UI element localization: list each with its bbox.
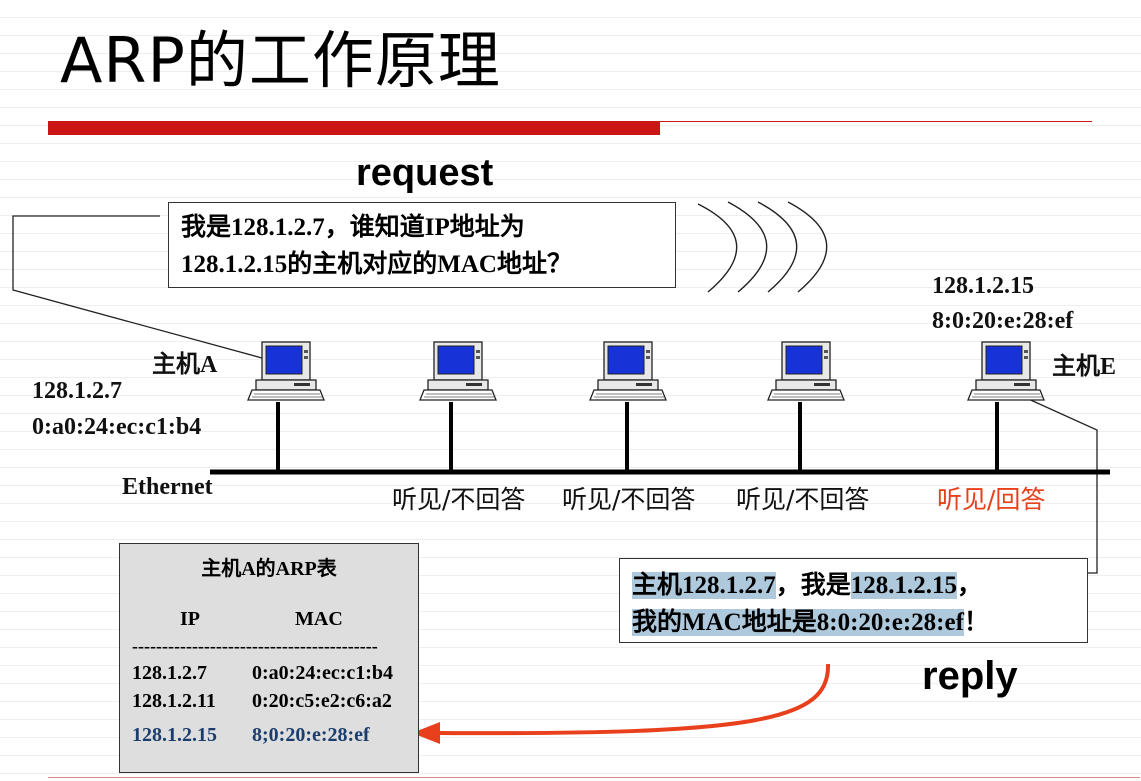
request-message-box: 我是128.1.2.7，谁知道IP地址为 128.1.2.15的主机对应的MAC… [168, 202, 676, 288]
reply-line-1: 主机128.1.2.7，我是128.1.2.15， [632, 572, 983, 599]
broadcast-waves [697, 201, 828, 293]
reply-message-box: 主机128.1.2.7，我是128.1.2.15， 我的MAC地址是8:0:20… [619, 558, 1088, 643]
request-line-2: 128.1.2.15的主机对应的MAC地址？ [181, 251, 572, 278]
ethernet-label: Ethernet [122, 474, 213, 500]
arp-column-mac: MAC [295, 608, 343, 630]
host-a-computer-icon [247, 341, 325, 401]
request-line-1: 我是128.1.2.7，谁知道IP地址为 [181, 214, 525, 241]
host-e-mac: 8:0:20:e:28:ef [932, 308, 1074, 334]
arp-table: 主机A的ARP表 IP MAC ------------------------… [119, 543, 419, 773]
host-e-name: 主机E [1052, 354, 1117, 380]
host-a-mac: 0:a0:24:ec:c1:b4 [32, 414, 202, 440]
host-d-computer-icon [767, 341, 845, 401]
reply-label: reply [922, 654, 1018, 698]
arp-column-ip: IP [180, 608, 200, 630]
arp-separator: ----------------------------------------… [132, 636, 378, 656]
table-row: 128.1.2.11 0:20:c5:e2:c6:a2 [132, 690, 392, 712]
host-e-ip: 128.1.2.15 [932, 273, 1034, 299]
host-b-response: 听见/不回答 [392, 485, 526, 514]
host-d-response: 听见/不回答 [736, 485, 870, 514]
table-row-new-entry: 128.1.2.15 8;0:20:e:28:ef [132, 724, 370, 746]
host-a-name: 主机A [152, 352, 218, 378]
host-a-ip: 128.1.2.7 [32, 378, 122, 404]
reply-callout-line [981, 377, 1098, 574]
host-c-computer-icon [589, 341, 667, 401]
host-e-response: 听见/回答 [937, 485, 1046, 514]
request-label: request [356, 152, 494, 194]
arp-table-title: 主机A的ARP表 [201, 558, 337, 580]
reply-arrow [439, 663, 831, 736]
host-e-computer-icon [967, 341, 1045, 401]
reply-line-2: 我的MAC地址是8:0:20:e:28:ef！ [632, 609, 989, 636]
host-b-computer-icon [419, 341, 497, 401]
table-row: 128.1.2.7 0:a0:24:ec:c1:b4 [132, 662, 394, 684]
host-c-response: 听见/不回答 [562, 485, 696, 514]
